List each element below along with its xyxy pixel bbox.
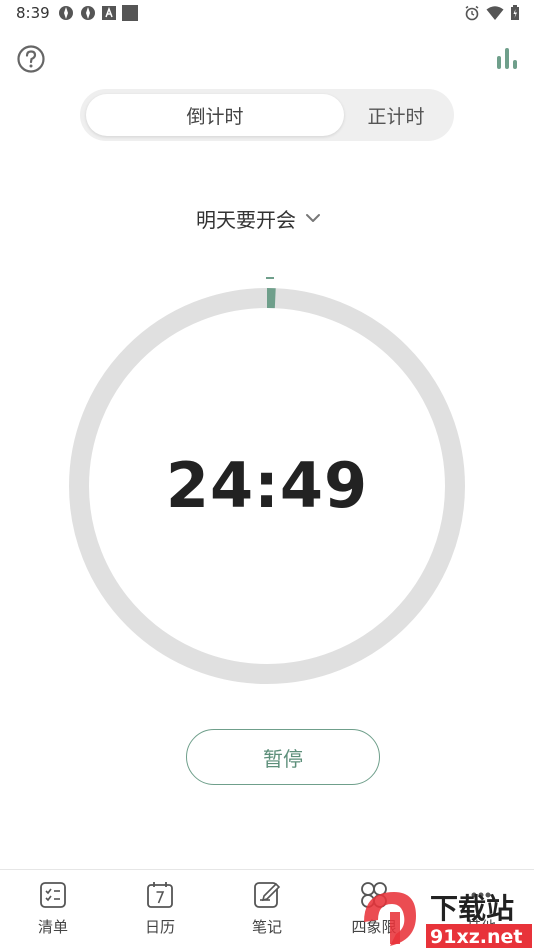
stats-icon xyxy=(497,48,517,69)
battery-icon xyxy=(511,5,519,20)
tab-countup[interactable]: 正计时 xyxy=(344,94,448,136)
nav-item-calendar[interactable]: 日历 xyxy=(120,880,200,937)
help-button[interactable] xyxy=(16,44,46,74)
square-notification-icon xyxy=(122,5,138,21)
tab-countdown[interactable]: 倒计时 xyxy=(86,94,344,136)
alarm-icon xyxy=(465,5,479,21)
wifi-icon xyxy=(486,6,504,20)
watermark-line2: 91xz.net xyxy=(430,926,522,948)
font-notification-icon xyxy=(102,6,116,20)
watermark-logo: 下载站 91xz.net xyxy=(360,886,534,950)
timer-mode-tabs: 倒计时 正计时 xyxy=(80,89,454,141)
note-icon xyxy=(254,882,281,908)
nav-label: 清单 xyxy=(37,918,68,936)
status-bar: 8:39 xyxy=(0,0,534,30)
timer-display: 24:49 xyxy=(165,449,369,522)
nav-label: 笔记 xyxy=(251,918,282,936)
task-title: 明天要开会 xyxy=(196,207,296,232)
app-notification-icon xyxy=(81,6,95,20)
status-system-icons xyxy=(464,5,520,21)
help-icon xyxy=(17,45,45,73)
chevron-down-icon xyxy=(306,214,320,222)
statistics-button[interactable] xyxy=(494,46,520,72)
nav-item-checklist[interactable]: 清单 xyxy=(13,880,93,937)
watermark-line1: 下载站 xyxy=(430,892,514,925)
calendar-icon xyxy=(147,882,173,908)
app-notification-icon xyxy=(59,6,73,20)
checklist-icon xyxy=(40,882,66,908)
status-time: 8:39 xyxy=(16,4,50,22)
nav-label: 日历 xyxy=(144,918,175,936)
status-notification-icons xyxy=(58,5,138,21)
task-selector[interactable]: 明天要开会 xyxy=(196,202,322,234)
nav-item-notes[interactable]: 笔记 xyxy=(227,880,307,937)
pause-button[interactable]: 暂停 xyxy=(186,729,380,785)
